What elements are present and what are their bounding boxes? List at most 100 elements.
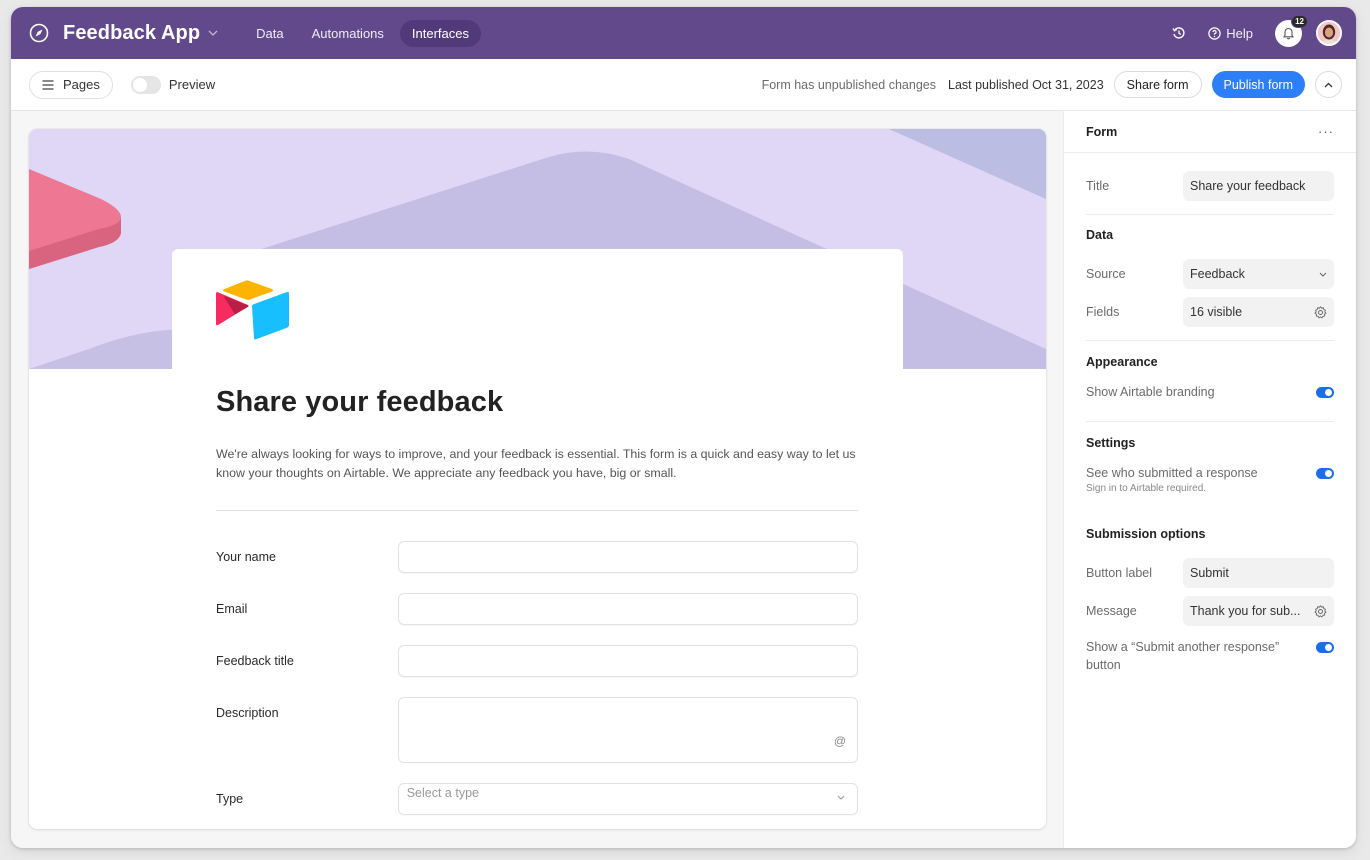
- main-area: Share your feedback We're always looking…: [11, 111, 1356, 848]
- submission-section-title: Submission options: [1086, 527, 1206, 541]
- submit-another-label: Show a “Submit another response” button: [1086, 640, 1280, 672]
- preview-control: Preview: [130, 75, 216, 94]
- description-textarea[interactable]: @: [397, 697, 858, 763]
- interface-toolbar: Pages Preview Form has unpublished chang…: [11, 59, 1356, 111]
- panel-title: Form: [1086, 124, 1118, 139]
- field-label: Feedback title: [216, 654, 294, 668]
- unpublished-status: Form has unpublished changes: [761, 77, 936, 92]
- title-row: Title Share your feedback: [1086, 167, 1334, 205]
- app-title[interactable]: Feedback App: [63, 22, 200, 45]
- type-select[interactable]: Select a type: [397, 783, 858, 815]
- form-preview-card: Share your feedback We're always looking…: [29, 129, 1046, 829]
- title-section: Title Share your feedback: [1064, 153, 1356, 214]
- source-row: Source Feedback: [1086, 255, 1334, 293]
- pages-button[interactable]: Pages: [29, 70, 113, 99]
- submitter-toggle[interactable]: [1316, 468, 1334, 479]
- more-options-icon[interactable]: ···: [1318, 124, 1334, 139]
- field-label: Description: [216, 706, 279, 720]
- preview-toggle[interactable]: [130, 75, 161, 94]
- field-your-name: Your name: [216, 541, 858, 573]
- message-button[interactable]: Thank you for sub...: [1183, 596, 1334, 626]
- field-description: Description @: [216, 697, 858, 763]
- main-nav: Data Automations Interfaces: [244, 19, 481, 47]
- cover-image: [29, 129, 1046, 369]
- button-label-input[interactable]: Submit: [1183, 558, 1334, 588]
- settings-section-title: Settings: [1086, 436, 1136, 450]
- chevron-up-icon: [1324, 82, 1333, 87]
- your-name-input[interactable]: [397, 541, 858, 573]
- pages-label: Pages: [63, 77, 100, 92]
- field-label: Email: [216, 602, 248, 616]
- topbar-actions: Help 12: [1172, 14, 1342, 47]
- title-input[interactable]: Share your feedback: [1183, 171, 1334, 201]
- data-section: Source Feedback Fields 16 visible: [1064, 255, 1356, 331]
- bell-icon: [1282, 27, 1295, 40]
- help-button[interactable]: Help: [1208, 26, 1253, 41]
- branding-label: Show Airtable branding: [1086, 385, 1215, 399]
- history-icon[interactable]: [1172, 26, 1186, 40]
- message-value: Thank you for sub...: [1190, 604, 1301, 618]
- publish-form-button[interactable]: Publish form: [1211, 71, 1305, 98]
- email-input[interactable]: [397, 593, 858, 625]
- field-email: Email: [216, 593, 858, 625]
- form-divider: [216, 510, 858, 511]
- message-label: Message: [1086, 604, 1137, 618]
- title-label: Title: [1086, 179, 1110, 193]
- submitter-label: See who submitted a response: [1086, 466, 1258, 480]
- submit-another-toggle[interactable]: [1316, 642, 1334, 653]
- at-icon[interactable]: @: [834, 734, 846, 748]
- field-label: Type: [216, 792, 244, 806]
- source-label: Source: [1086, 267, 1126, 281]
- submitter-text: See who submitted a response Sign in to …: [1086, 464, 1316, 496]
- chevron-down-icon: [837, 795, 845, 800]
- last-published-text: Last published Oct 31, 2023: [948, 77, 1104, 92]
- form-description: We're always looking for ways to improve…: [216, 447, 856, 480]
- compass-icon[interactable]: [29, 23, 49, 43]
- notifications-button[interactable]: 12: [1275, 14, 1308, 47]
- nav-automations[interactable]: Automations: [300, 20, 396, 47]
- properties-panel: Form ··· Title Share your feedback Data …: [1064, 111, 1356, 848]
- panel-header: Form ···: [1064, 111, 1356, 153]
- field-label: Your name: [216, 550, 276, 564]
- airtable-logo: [216, 279, 290, 346]
- help-label: Help: [1226, 25, 1253, 41]
- nav-data[interactable]: Data: [244, 20, 295, 47]
- app-window: Feedback App Data Automations Interfaces…: [11, 7, 1356, 848]
- submit-another-row: Show a “Submit another response” button: [1064, 638, 1356, 674]
- help-icon: [1208, 26, 1221, 40]
- share-form-button[interactable]: Share form: [1113, 71, 1202, 98]
- chevron-down-icon[interactable]: [208, 30, 218, 36]
- avatar[interactable]: [1316, 20, 1342, 46]
- button-label-label: Button label: [1086, 566, 1153, 580]
- branding-row: Show Airtable branding: [1064, 383, 1356, 421]
- submitter-row: See who submitted a response Sign in to …: [1064, 464, 1356, 496]
- collapse-button[interactable]: [1315, 71, 1342, 98]
- notification-badge: 12: [1291, 14, 1308, 28]
- preview-label: Preview: [168, 77, 216, 92]
- fields-label: Fields: [1086, 305, 1120, 319]
- gear-icon: [1314, 604, 1327, 618]
- publish-controls: Form has unpublished changes Last publis…: [762, 71, 1342, 98]
- submitter-sublabel: Sign in to Airtable required.: [1086, 483, 1207, 494]
- form-title: Share your feedback: [216, 386, 504, 418]
- type-select-placeholder: Select a type: [406, 786, 479, 800]
- field-feedback-title: Feedback title: [216, 645, 858, 677]
- menu-icon: [42, 79, 54, 90]
- nav-interfaces[interactable]: Interfaces: [399, 19, 481, 47]
- source-select[interactable]: Feedback: [1183, 259, 1334, 289]
- fields-value: 16 visible: [1190, 305, 1243, 319]
- field-type: Type Select a type: [216, 783, 858, 815]
- button-label-row: Button label Submit: [1086, 554, 1334, 592]
- chevron-down-icon: [1319, 272, 1327, 277]
- fields-row: Fields 16 visible: [1086, 293, 1334, 331]
- fields-button[interactable]: 16 visible: [1183, 297, 1334, 327]
- gear-icon: [1314, 305, 1327, 319]
- submission-section: Button label Submit Message Thank you fo…: [1064, 554, 1356, 630]
- data-section-title: Data: [1086, 228, 1114, 242]
- form-canvas: Share your feedback We're always looking…: [11, 111, 1064, 848]
- source-value: Feedback: [1190, 267, 1245, 281]
- appearance-section-title: Appearance: [1086, 355, 1158, 369]
- branding-toggle[interactable]: [1316, 387, 1334, 398]
- top-bar: Feedback App Data Automations Interfaces…: [11, 7, 1356, 59]
- feedback-title-input[interactable]: [397, 645, 858, 677]
